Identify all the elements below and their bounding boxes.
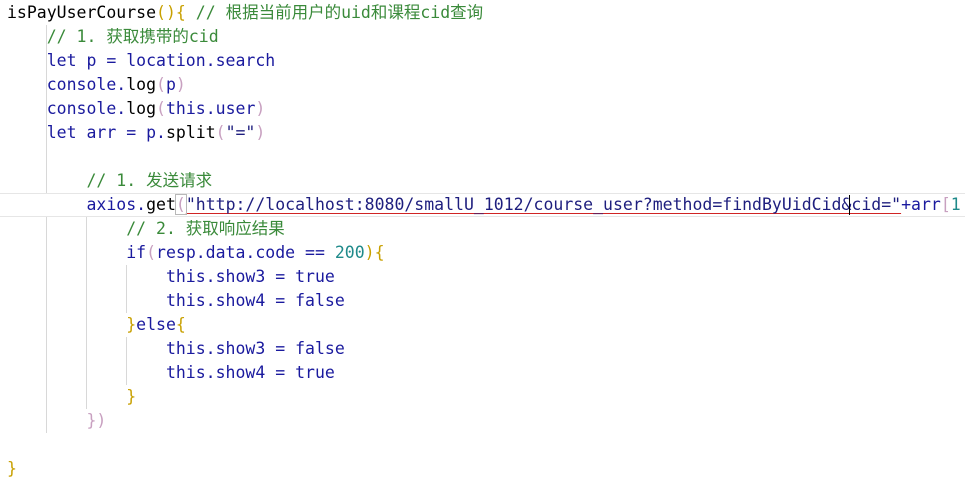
code-line[interactable]: }	[0, 385, 136, 409]
code-token: // 1. 发送请求	[7, 171, 213, 190]
code-line[interactable]: isPayUserCourse(){ // 根据当前用户的uid和课程cid查询	[0, 1, 483, 25]
code-token: }	[7, 387, 137, 406]
code-line[interactable]	[0, 145, 7, 169]
code-token: [	[940, 195, 951, 214]
code-token: "http://localhost:8080/smallU_1012/cours…	[185, 195, 902, 214]
code-editor[interactable]: isPayUserCourse(){ // 根据当前用户的uid和课程cid查询…	[0, 0, 965, 484]
code-token: axios.	[7, 195, 147, 214]
code-line[interactable]: // 2. 获取响应结果	[0, 217, 285, 241]
code-token: let p = location.search	[7, 51, 276, 70]
code-line-active[interactable]: axios.get("http://localhost:8080/smallU_…	[0, 193, 965, 217]
code-line[interactable]: this.show3 = true	[0, 265, 335, 289]
code-line[interactable]: }	[0, 457, 17, 481]
code-token: get	[146, 195, 176, 214]
code-line[interactable]: console.log(p)	[0, 73, 186, 97]
code-token: })	[7, 411, 107, 430]
code-token: split	[165, 123, 216, 142]
code-token: p	[165, 75, 176, 94]
code-line[interactable]: this.show3 = false	[0, 337, 345, 361]
code-token: console.	[7, 99, 127, 118]
code-token: (	[156, 75, 166, 94]
code-token: this.show4 = false	[7, 291, 345, 310]
code-line[interactable]: this.show4 = false	[0, 289, 345, 313]
code-token: (	[174, 194, 187, 215]
code-token: 1	[950, 195, 961, 214]
text-caret	[849, 195, 850, 215]
code-token: resp.data.code ==	[156, 243, 335, 262]
code-token: log	[126, 99, 157, 118]
code-token: // 根据当前用户的uid和课程cid查询	[185, 3, 484, 22]
code-line[interactable]: }else{	[0, 313, 186, 337]
code-token: log	[126, 75, 157, 94]
code-token: let arr = p.	[7, 123, 166, 142]
code-token: (	[156, 99, 166, 118]
code-line[interactable]: let p = location.search	[0, 49, 275, 73]
code-token: (	[215, 123, 226, 142]
code-line[interactable]: this.show4 = true	[0, 361, 335, 385]
code-token: {	[175, 315, 186, 334]
code-line[interactable]: console.log(this.user)	[0, 97, 266, 121]
code-token: 200	[334, 243, 365, 262]
code-token: this.show3 = false	[7, 339, 345, 358]
code-token: +arr	[901, 195, 941, 214]
code-line[interactable]: let arr = p.split("=")	[0, 121, 266, 145]
code-line[interactable]: if(resp.data.code == 200){	[0, 241, 385, 265]
code-token: // 1. 获取携带的cid	[7, 27, 219, 46]
code-token: if	[7, 243, 147, 262]
code-line[interactable]: // 1. 发送请求	[0, 169, 212, 193]
code-line[interactable]: })	[0, 409, 106, 433]
code-token: )	[255, 123, 266, 142]
code-token: // 2. 获取响应结果	[7, 219, 285, 238]
code-token: console.	[7, 75, 127, 94]
code-token: isPayUserCourse	[7, 3, 157, 22]
code-token: ){	[364, 243, 385, 262]
code-token: (){	[156, 3, 186, 22]
code-token: (	[146, 243, 157, 262]
code-token: else	[136, 315, 176, 334]
code-token: "="	[225, 123, 256, 142]
code-token: }	[7, 315, 137, 334]
code-token: this.show4 = true	[7, 363, 335, 382]
code-token: this.user	[165, 99, 256, 118]
code-token: }	[7, 459, 17, 478]
code-line[interactable]: // 1. 获取携带的cid	[0, 25, 219, 49]
code-line[interactable]	[0, 433, 7, 457]
code-token: )	[175, 75, 186, 94]
code-token: )	[255, 99, 266, 118]
code-token: this.show3 = true	[7, 267, 335, 286]
